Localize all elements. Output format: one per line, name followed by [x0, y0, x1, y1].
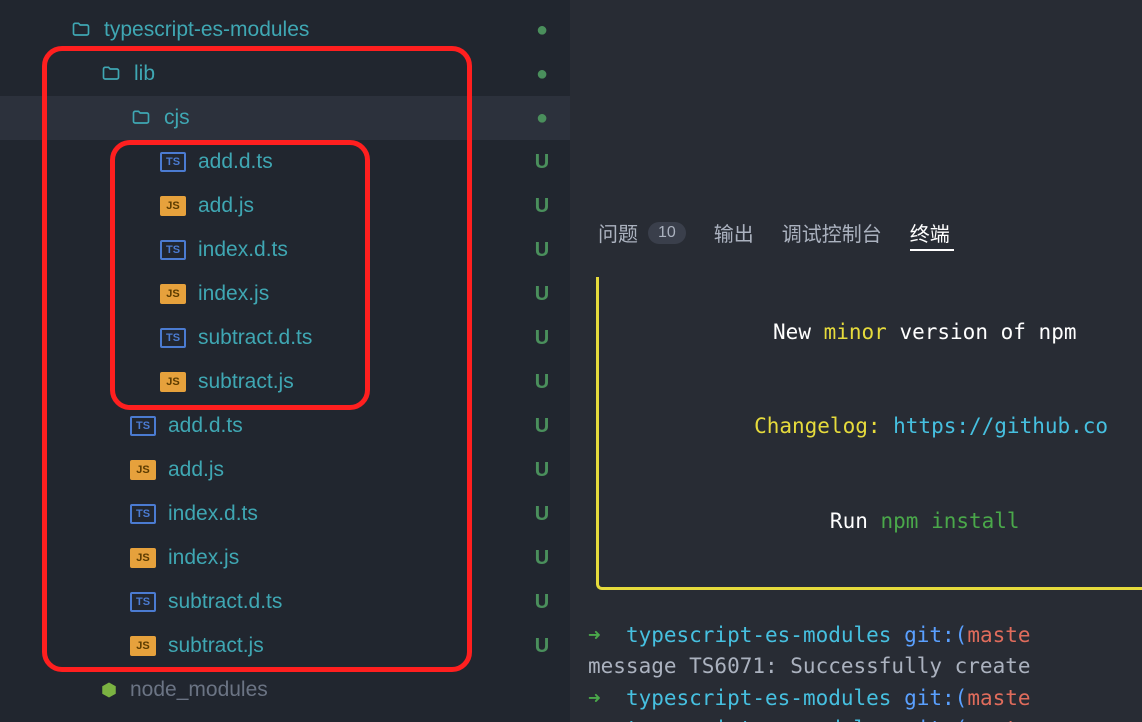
npm-notice-box: New minor version of npm Changelog: http…	[596, 277, 1142, 590]
tree-label: index.js	[198, 282, 530, 306]
git-status-untracked: U	[530, 195, 554, 218]
tree-label: index.js	[168, 546, 530, 570]
folder-open-icon	[70, 19, 92, 41]
tree-file[interactable]: JS add.js U	[0, 184, 570, 228]
tree-folder-cjs[interactable]: cjs ●	[0, 96, 570, 140]
tree-file[interactable]: TS index.d.ts U	[0, 228, 570, 272]
tree-file[interactable]: JS index.js U	[0, 272, 570, 316]
tree-label: subtract.d.ts	[198, 326, 530, 350]
git-status-untracked: U	[530, 327, 554, 350]
git-status-untracked: U	[530, 459, 554, 482]
tab-debug-console[interactable]: 调试控制台	[782, 218, 882, 247]
git-status-untracked: U	[530, 635, 554, 658]
git-status-dot: ●	[530, 19, 554, 42]
tree-folder-lib[interactable]: lib ●	[0, 52, 570, 96]
main-panel: 问题 10 输出 调试控制台 终端 New minor version of n…	[570, 0, 1142, 722]
tree-label: lib	[134, 62, 530, 86]
tree-folder-node-modules[interactable]: node_modules	[0, 668, 570, 712]
tree-file[interactable]: JS index.js U	[0, 536, 570, 580]
git-status-dot: ●	[530, 107, 554, 130]
tab-label: 终端	[910, 218, 950, 247]
tree-file[interactable]: TS subtract.d.ts U	[0, 316, 570, 360]
git-status-dot: ●	[530, 63, 554, 86]
tree-file[interactable]: JS subtract.js U	[0, 624, 570, 668]
panel-tabs: 问题 10 输出 调试控制台 终端	[570, 200, 1142, 257]
terminal-line: message TS6071: Successfully create	[588, 651, 1142, 683]
tree-file[interactable]: JS add.js U	[0, 448, 570, 492]
tree-folder-root[interactable]: typescript-es-modules ●	[0, 8, 570, 52]
js-file-icon: JS	[130, 636, 156, 656]
folder-open-icon	[100, 63, 122, 85]
tree-label: index.d.ts	[168, 502, 530, 526]
tree-file[interactable]: JS subtract.js U	[0, 360, 570, 404]
ts-file-icon: TS	[160, 152, 186, 172]
tree-label: cjs	[164, 106, 530, 130]
tree-file[interactable]: TS index.d.ts U	[0, 492, 570, 536]
js-file-icon: JS	[160, 284, 186, 304]
folder-open-icon	[130, 107, 152, 129]
tab-problems[interactable]: 问题 10	[598, 218, 686, 247]
terminal-line: ➜ typescript-es-modules git:(maste	[588, 714, 1142, 722]
ts-file-icon: TS	[160, 240, 186, 260]
tree-label: subtract.js	[168, 634, 530, 658]
git-status-untracked: U	[530, 239, 554, 262]
git-status-untracked: U	[530, 591, 554, 614]
tree-file[interactable]: TS add.d.ts U	[0, 140, 570, 184]
file-explorer: typescript-es-modules ● lib ● cjs ● TS a…	[0, 0, 570, 722]
js-file-icon: JS	[130, 460, 156, 480]
js-file-icon: JS	[160, 196, 186, 216]
git-status-untracked: U	[530, 547, 554, 570]
ts-file-icon: TS	[130, 504, 156, 524]
tree-label: add.js	[198, 194, 530, 218]
tab-terminal[interactable]: 终端	[910, 218, 950, 247]
tab-output[interactable]: 输出	[714, 218, 754, 247]
terminal-line: ➜ typescript-es-modules git:(maste	[588, 620, 1142, 652]
node-modules-icon	[100, 681, 118, 699]
tab-label: 调试控制台	[782, 218, 882, 247]
tree-label: add.d.ts	[168, 414, 530, 438]
git-status-untracked: U	[530, 371, 554, 394]
ts-file-icon: TS	[160, 328, 186, 348]
tab-label: 输出	[714, 218, 754, 247]
terminal-output[interactable]: New minor version of npm Changelog: http…	[570, 257, 1142, 722]
tree-label: node_modules	[130, 678, 554, 702]
tree-label: subtract.js	[198, 370, 530, 394]
tree-label: subtract.d.ts	[168, 590, 530, 614]
tree-label: typescript-es-modules	[104, 18, 530, 42]
tab-label: 问题	[598, 218, 638, 247]
tree-label: add.js	[168, 458, 530, 482]
js-file-icon: JS	[130, 548, 156, 568]
problems-count-badge: 10	[648, 222, 686, 244]
ts-file-icon: TS	[130, 416, 156, 436]
terminal-line: ➜ typescript-es-modules git:(maste	[588, 683, 1142, 715]
ts-file-icon: TS	[130, 592, 156, 612]
git-status-untracked: U	[530, 415, 554, 438]
git-status-untracked: U	[530, 503, 554, 526]
tree-file[interactable]: TS add.d.ts U	[0, 404, 570, 448]
js-file-icon: JS	[160, 372, 186, 392]
git-status-untracked: U	[530, 151, 554, 174]
tree-label: index.d.ts	[198, 238, 530, 262]
editor-area	[570, 0, 1142, 200]
git-status-untracked: U	[530, 283, 554, 306]
tree-label: add.d.ts	[198, 150, 530, 174]
tree-file[interactable]: TS subtract.d.ts U	[0, 580, 570, 624]
